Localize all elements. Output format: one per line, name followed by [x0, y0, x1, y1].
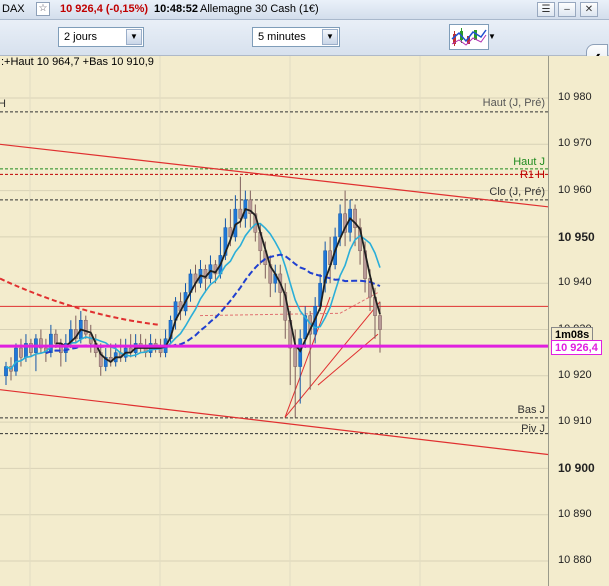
price-axis[interactable]: 10 98010 97010 96010 95010 94010 93010 9…	[548, 56, 609, 586]
candle-body	[54, 333, 58, 344]
candle-body	[338, 213, 342, 238]
candle-body	[19, 347, 23, 358]
symbol-label: DAX	[2, 3, 25, 15]
candle-body	[378, 315, 382, 330]
level-label: Bas J	[517, 403, 545, 416]
chevron-down-icon[interactable]: ▼	[126, 29, 142, 45]
level-label: Clo (J, Pré)	[489, 185, 545, 198]
level-label: Piv J	[521, 422, 545, 435]
level-label: H	[0, 97, 6, 110]
star-icon[interactable]: ☆	[36, 2, 50, 16]
level-label: Haut (J, Pré)	[482, 96, 545, 109]
current-price-badge: 10 926,4	[551, 340, 602, 356]
indicators-button[interactable]	[449, 24, 489, 50]
candle-body	[14, 347, 18, 372]
price-change: 10 926,4 (-0,15%)	[60, 3, 149, 15]
chart-legend: :+Haut 10 964,7 +Bas 10 910,9	[1, 56, 154, 68]
price-tick-label: 10 950	[558, 229, 595, 244]
interval-value: 5 minutes	[258, 31, 306, 43]
price-tick-label: 10 920	[558, 368, 592, 381]
indicators-icon	[451, 28, 487, 46]
toolbar: 2 jours ▼ 5 minutes ▼ ▼ ❮	[0, 20, 609, 74]
menu-icon[interactable]: ☰	[537, 2, 555, 17]
price-tick-label: 10 900	[558, 461, 595, 476]
interval-select[interactable]: 5 minutes ▼	[252, 27, 340, 47]
chevron-down-icon[interactable]: ▼	[322, 29, 338, 45]
indicators-dropdown-icon[interactable]: ▼	[486, 24, 498, 50]
price-tick-label: 10 960	[558, 183, 592, 196]
price-tick-label: 10 980	[558, 91, 592, 103]
price-chart[interactable]: :+Haut 10 964,7 +Bas 10 910,9 H Haut (J, …	[0, 56, 548, 586]
candle-body	[293, 347, 298, 367]
close-icon[interactable]: ✕	[580, 2, 598, 17]
price-tick-label: 10 910	[558, 415, 592, 428]
price-tick-label: 10 890	[558, 507, 592, 520]
level-label: Haut J	[513, 155, 545, 168]
price-tick-label: 10 970	[558, 137, 592, 150]
price-tick-label: 10 940	[558, 276, 592, 289]
level-label: R1 H	[519, 169, 545, 182]
chart-canvas[interactable]	[0, 56, 548, 586]
period-select[interactable]: 2 jours ▼	[58, 27, 144, 47]
trendline-upper	[0, 143, 548, 208]
title-bar: DAX ☆ 10 926,4 (-0,15%) 10:48:52 Allemag…	[0, 0, 609, 20]
price-tick-label: 10 880	[558, 554, 592, 566]
trendline-short-2	[317, 333, 379, 386]
period-value: 2 jours	[64, 31, 98, 43]
candle-body	[298, 338, 303, 367]
minimize-icon[interactable]: –	[558, 2, 576, 17]
candle-body	[4, 366, 8, 377]
time-label: 10:48:52	[154, 3, 199, 15]
candle-body	[49, 333, 53, 353]
instrument-name: Allemagne 30 Cash (1€)	[200, 3, 319, 15]
moving-average-red	[0, 277, 161, 326]
moving-average-black	[55, 207, 381, 364]
trendline-short	[284, 296, 331, 418]
